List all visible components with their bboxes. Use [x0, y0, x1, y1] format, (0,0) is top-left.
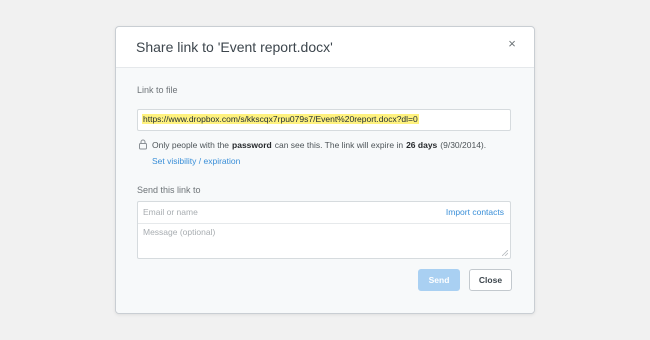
link-url-text[interactable]: https://www.dropbox.com/s/kkscqx7rpu079s…	[142, 114, 419, 124]
note-days: 26 days	[406, 139, 438, 150]
dialog-header: Share link to 'Event report.docx' ×	[116, 27, 534, 68]
lock-icon	[139, 139, 147, 150]
message-input[interactable]	[143, 227, 503, 255]
link-to-file-label: Link to file	[137, 85, 178, 95]
note-prefix: Only people with the	[152, 139, 230, 150]
dialog-title: Share link to 'Event report.docx'	[136, 39, 333, 55]
link-field[interactable]: https://www.dropbox.com/s/kkscqx7rpu079s…	[137, 109, 511, 131]
send-button[interactable]: Send	[418, 269, 460, 291]
note-password: password	[232, 139, 272, 150]
email-input[interactable]	[143, 204, 423, 220]
dialog-body: Link to file https://www.dropbox.com/s/k…	[116, 68, 534, 313]
send-link-label: Send this link to	[137, 185, 201, 195]
set-visibility-link[interactable]: Set visibility / expiration	[152, 156, 240, 166]
resize-grip-icon[interactable]	[502, 250, 508, 256]
note-suffix: (9/30/2014).	[440, 139, 487, 150]
share-link-dialog: Share link to 'Event report.docx' × Link…	[115, 26, 535, 314]
email-row: Import contacts	[138, 202, 510, 224]
note-middle: can see this. The link will expire in	[274, 139, 404, 150]
import-contacts-link[interactable]: Import contacts	[446, 207, 504, 217]
close-button[interactable]: Close	[469, 269, 512, 291]
send-box: Import contacts	[137, 201, 511, 259]
privacy-note: Only people with the password can see th…	[138, 139, 486, 150]
close-icon[interactable]: ×	[504, 36, 520, 52]
